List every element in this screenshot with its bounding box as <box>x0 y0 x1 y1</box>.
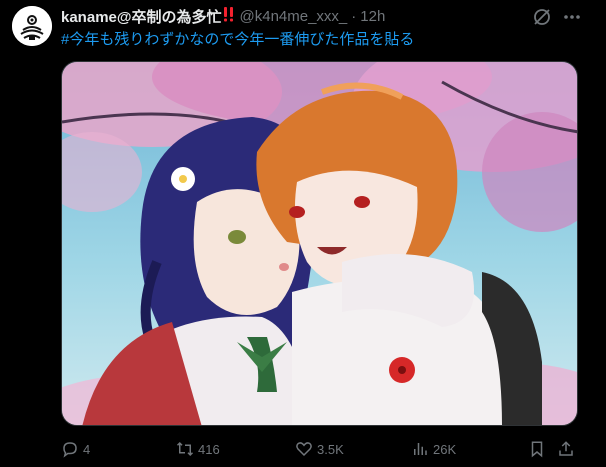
bookmark-icon <box>531 441 543 458</box>
views-chart-icon <box>414 443 427 455</box>
retweet-icon <box>176 441 194 457</box>
bookmark-button[interactable] <box>528 437 546 461</box>
avatar[interactable] <box>12 6 52 46</box>
user-handle[interactable]: @k4n4me_xxx_ <box>240 8 348 25</box>
grok-button[interactable] <box>531 6 553 28</box>
reply-button[interactable]: 4 <box>61 437 90 461</box>
timestamp[interactable]: 12h <box>360 8 385 25</box>
hashtag-link[interactable]: #今年も残りわずかなので今年一番伸びた作品を貼る <box>61 31 414 48</box>
tweet-header: kaname@卒制の為多忙 @k4n4me_xxx_ · 12h <box>61 6 385 26</box>
share-icon <box>559 441 573 456</box>
more-horizontal-icon <box>564 15 580 19</box>
more-button[interactable] <box>561 6 583 28</box>
display-name[interactable]: kaname@卒制の為多忙 <box>61 6 222 27</box>
tweet-text: #今年も残りわずかなので今年一番伸びた作品を貼る <box>61 28 414 49</box>
artwork-illustration <box>62 62 577 425</box>
reply-count: 4 <box>83 441 91 457</box>
target-logo-icon <box>12 6 52 46</box>
heart-icon <box>296 442 312 457</box>
views-button[interactable]: 26K <box>411 437 456 461</box>
action-bar: 4 416 3.5K 26K <box>61 437 578 461</box>
name-badge <box>222 6 236 26</box>
tweet-image[interactable] <box>61 61 578 426</box>
double-exclamation-icon <box>223 7 233 22</box>
views-count: 26K <box>433 441 457 457</box>
share-button[interactable] <box>557 437 575 461</box>
grok-icon <box>534 9 550 25</box>
retweet-button[interactable]: 416 <box>176 437 220 461</box>
reply-icon <box>63 442 77 458</box>
like-button[interactable]: 3.5K <box>295 437 344 461</box>
retweet-count: 416 <box>198 441 220 457</box>
like-count: 3.5K <box>317 441 344 457</box>
tweet-card[interactable]: kaname@卒制の為多忙 @k4n4me_xxx_ · 12h #今年も残りわ… <box>0 0 606 467</box>
separator-dot: · <box>351 7 357 25</box>
